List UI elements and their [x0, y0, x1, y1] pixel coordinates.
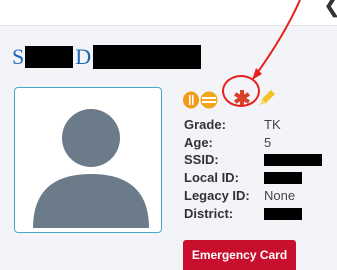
emergency-card-button[interactable]: Emergency Card: [183, 240, 296, 270]
redacted-ssid: [264, 154, 322, 166]
ssid-label: SSID:: [184, 152, 219, 167]
grade-value: TK: [264, 117, 281, 132]
age-label: Age:: [184, 135, 213, 150]
redacted-district: [264, 208, 302, 220]
local-id-label: Local ID:: [184, 170, 239, 185]
redacted-local-id: [264, 172, 302, 184]
legacy-id-value: None: [264, 188, 296, 203]
age-value: 5: [264, 135, 272, 150]
legacy-id-label: Legacy ID:: [184, 188, 250, 203]
grade-label: Grade:: [184, 117, 226, 132]
annotation-arrow: [252, 0, 301, 80]
district-label: District:: [184, 206, 234, 221]
